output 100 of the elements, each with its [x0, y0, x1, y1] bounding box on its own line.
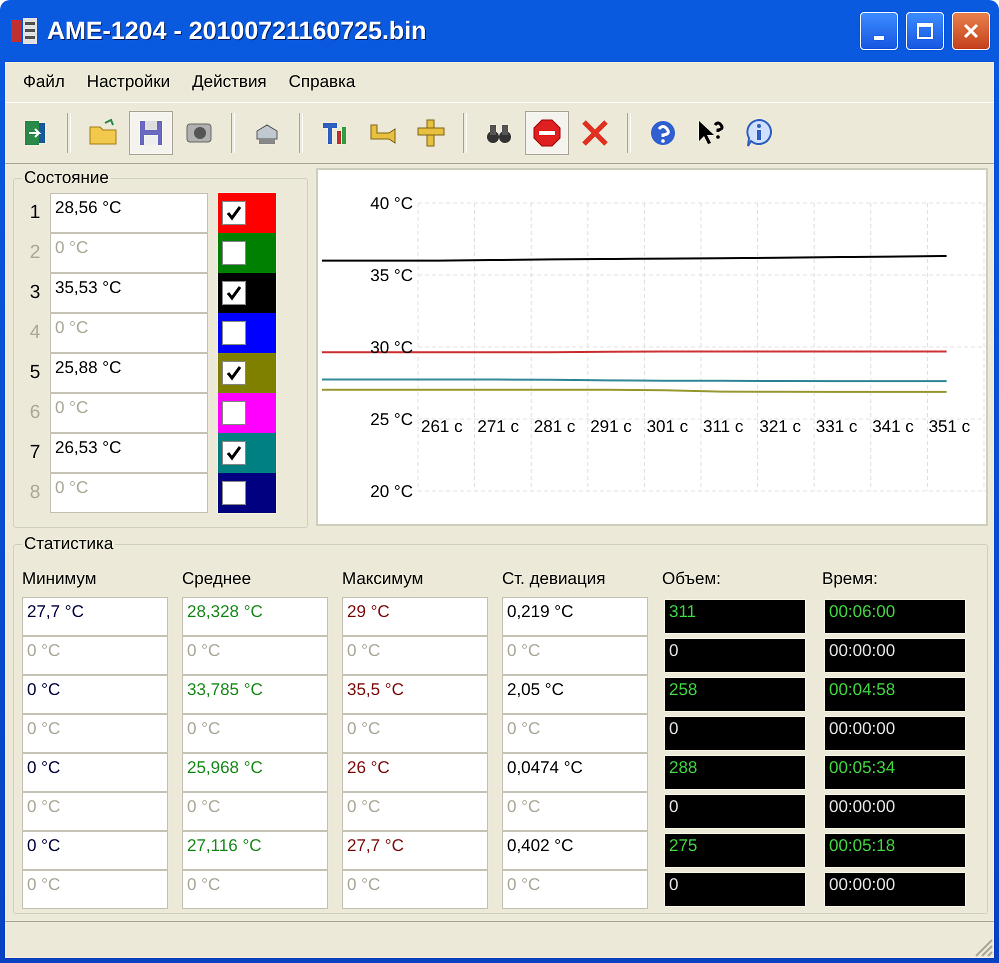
stat-field: 0,0474 °C	[502, 753, 648, 792]
y-tick-label: 40 °C	[370, 194, 413, 213]
channel-checkbox[interactable]	[222, 401, 246, 425]
stop-sign-icon	[531, 117, 563, 149]
lcd-display: 00:05:18	[822, 831, 968, 870]
y-tick-label: 35 °C	[370, 266, 413, 285]
window-title: AME-1204 - 20100721160725.bin	[47, 16, 428, 46]
menu-item[interactable]: Действия	[182, 68, 277, 96]
channel-value-field: 26,53 °C	[50, 433, 208, 473]
column-header: Время:	[822, 569, 879, 590]
lcd-display: 0	[662, 792, 808, 831]
lcd-display: 288	[662, 753, 808, 792]
channel-value-field: 35,53 °C	[50, 273, 208, 313]
stat-field: 0,219 °C	[502, 597, 648, 636]
channel-number: 3	[28, 281, 42, 305]
lcd-display: 258	[662, 675, 808, 714]
channel-value-field: 0 °C	[50, 313, 208, 353]
lcd-display: 0	[662, 870, 808, 909]
channel-number: 1	[28, 201, 42, 225]
stat-field: 0 °C	[342, 636, 488, 675]
column-header: Максимум	[342, 569, 424, 590]
stat-field: 27,7 °C	[342, 831, 488, 870]
channel-number: 2	[28, 241, 42, 265]
app-icon	[9, 16, 39, 46]
channel-value-field: 0 °C	[50, 233, 208, 273]
lcd-display: 275	[662, 831, 808, 870]
maximize-button[interactable]	[906, 12, 944, 50]
stat-field: 0 °C	[502, 636, 648, 675]
stat-field: 35,5 °C	[342, 675, 488, 714]
channel-checkbox[interactable]	[222, 321, 246, 345]
channel-checkbox[interactable]	[222, 481, 246, 505]
x-tick-label: 281 c	[534, 417, 576, 436]
stat-field: 26 °C	[342, 753, 488, 792]
close-icon	[962, 22, 980, 40]
y-tick-label: 20 °C	[370, 482, 413, 501]
lcd-display: 00:00:00	[822, 714, 968, 753]
x-tick-label: 321 c	[759, 417, 801, 436]
stat-field: 0 °C	[342, 714, 488, 753]
stat-field: 27,116 °C	[182, 831, 328, 870]
menu-item[interactable]: Файл	[13, 68, 75, 96]
stat-field: 0 °C	[502, 792, 648, 831]
disk-button[interactable]	[129, 111, 173, 155]
column-header: Минимум	[22, 569, 98, 590]
maximize-icon	[916, 22, 934, 40]
stat-field: 0 °C	[502, 714, 648, 753]
channel-checkbox[interactable]	[222, 241, 246, 265]
x-tick-label: 341 c	[872, 417, 914, 436]
channel-value-field: 0 °C	[50, 473, 208, 513]
stat-field: 0 °C	[22, 636, 168, 675]
channel-checkbox[interactable]	[222, 441, 246, 465]
stat-field: 2,05 °C	[502, 675, 648, 714]
lcd-display: 311	[662, 597, 808, 636]
channel-value-field: 0 °C	[50, 393, 208, 433]
lcd-display: 00:00:00	[822, 792, 968, 831]
channel-checkbox[interactable]	[222, 201, 246, 225]
stat-field: 0 °C	[22, 714, 168, 753]
lcd-display: 0	[662, 714, 808, 753]
channel-value-field: 28,56 °C	[50, 193, 208, 233]
lcd-display: 00:04:58	[822, 675, 968, 714]
check-icon	[225, 204, 243, 222]
stat-field: 0 °C	[22, 831, 168, 870]
channel-number: 7	[28, 441, 42, 465]
x-tick-label: 301 c	[646, 417, 688, 436]
x-tick-label: 351 c	[928, 417, 970, 436]
stat-field: 0 °C	[182, 714, 328, 753]
column-header: Среднее	[182, 569, 252, 590]
lcd-display: 00:00:00	[822, 870, 968, 909]
stat-field: 0 °C	[22, 675, 168, 714]
channel-checkbox[interactable]	[222, 281, 246, 305]
stat-field: 25,968 °C	[182, 753, 328, 792]
stat-field: 0,402 °C	[502, 831, 648, 870]
stat-field: 0 °C	[182, 636, 328, 675]
stat-field: 0 °C	[22, 792, 168, 831]
stat-field: 0 °C	[342, 792, 488, 831]
close-button[interactable]	[952, 12, 990, 50]
column-header: Ст. девиация	[502, 569, 606, 590]
menu-item[interactable]: Настройки	[76, 68, 180, 96]
stat-field: 0 °C	[22, 870, 168, 909]
minimize-button[interactable]	[860, 12, 898, 50]
stop-sign-button[interactable]	[525, 111, 569, 155]
lcd-display: 00:05:34	[822, 753, 968, 792]
x-tick-label: 331 c	[816, 417, 858, 436]
channel-value-field: 25,88 °C	[50, 353, 208, 393]
check-icon	[225, 284, 243, 302]
x-tick-label: 291 c	[590, 417, 632, 436]
x-tick-label: 261 c	[421, 417, 463, 436]
channel-number: 8	[28, 481, 42, 505]
x-tick-label: 311 c	[703, 417, 744, 436]
x-tick-label: 271 c	[477, 417, 519, 436]
stat-field: 0 °C	[22, 753, 168, 792]
channel-number: 4	[28, 321, 42, 345]
stat-field: 33,785 °C	[182, 675, 328, 714]
channel-number: 5	[28, 361, 42, 385]
menu-item[interactable]: Справка	[278, 68, 366, 96]
y-tick-label: 25 °C	[370, 410, 413, 429]
stat-field: 27,7 °C	[22, 597, 168, 636]
check-icon	[225, 444, 243, 462]
channel-checkbox[interactable]	[222, 361, 246, 385]
column-header: Объем:	[662, 569, 722, 590]
minimize-icon	[874, 36, 884, 40]
